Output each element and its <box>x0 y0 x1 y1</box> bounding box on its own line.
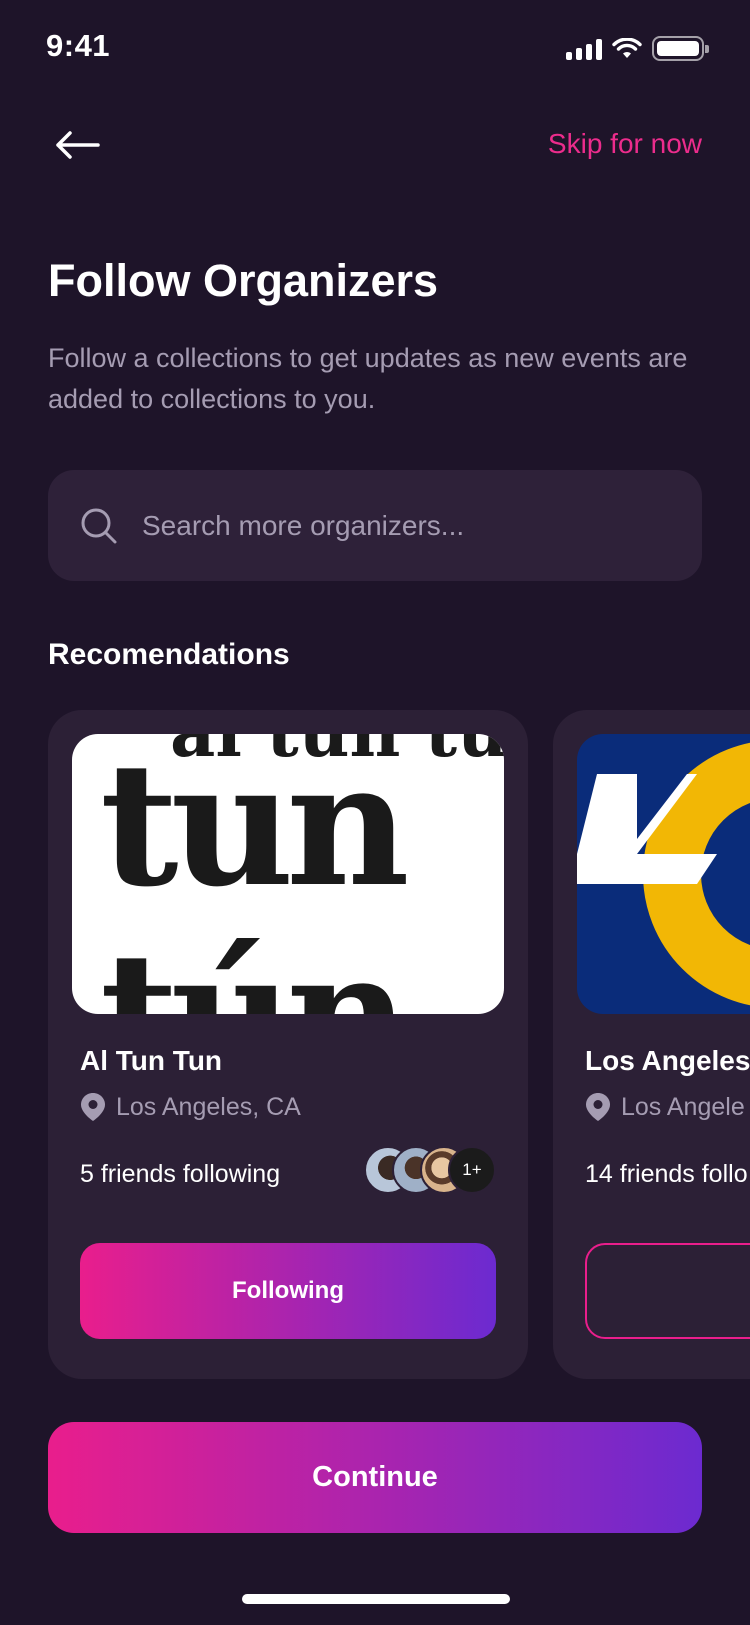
organizer-location: Los Angele <box>585 1092 745 1122</box>
home-indicator <box>242 1594 510 1604</box>
follow-button[interactable] <box>585 1243 750 1339</box>
cellular-signal-icon <box>566 38 602 60</box>
status-icons <box>566 36 709 61</box>
following-button[interactable]: Following <box>80 1243 496 1339</box>
location-text: Los Angeles, CA <box>116 1092 301 1121</box>
wifi-icon <box>612 37 642 58</box>
organizer-card[interactable]: al tun tún tun tún Al Tun Tun Los Angele… <box>48 710 528 1379</box>
al-tun-tun-logo: al tun tún tun tún <box>100 734 504 1014</box>
page-subtitle: Follow a collections to get updates as n… <box>48 343 688 414</box>
friends-following-count: 5 friends following <box>80 1160 281 1188</box>
organizer-name: Los Angeles <box>585 1045 750 1076</box>
page-title: Follow Organizers <box>48 255 439 306</box>
location-text: Los Angele <box>621 1092 745 1121</box>
arrow-left-icon <box>56 131 100 159</box>
recommendations-title: Recomendations <box>48 638 290 671</box>
organizer-logo <box>577 734 750 1014</box>
continue-button[interactable]: Continue <box>48 1422 702 1533</box>
organizer-location: Los Angeles, CA <box>80 1092 301 1122</box>
back-button[interactable] <box>54 120 104 170</box>
skip-for-now-link[interactable]: Skip for now <box>548 128 702 160</box>
svg-text:tún: tún <box>100 915 406 1014</box>
follow-organizers-screen: 9:41 Skip for now Follow Organizers Foll… <box>0 0 750 1625</box>
battery-icon <box>652 36 709 61</box>
location-pin-icon <box>586 1093 610 1121</box>
search-box[interactable] <box>48 470 702 581</box>
organizer-card[interactable]: Los Angeles Los Angele 14 friends follo <box>553 710 750 1379</box>
friends-following-count: 14 friends follo <box>585 1160 748 1188</box>
friends-avatars: 1+ <box>364 1146 496 1194</box>
avatars-more-count: 1+ <box>448 1146 496 1194</box>
organizer-name: Al Tun Tun <box>80 1045 223 1076</box>
search-input[interactable] <box>140 508 660 543</box>
svg-text:tun: tun <box>100 734 406 925</box>
organizer-logo: al tun tún tun tún <box>72 734 504 1014</box>
los-angeles-rams-logo <box>577 742 750 1006</box>
location-pin-icon <box>81 1093 105 1121</box>
search-icon <box>81 508 117 543</box>
status-time: 9:41 <box>46 28 111 63</box>
